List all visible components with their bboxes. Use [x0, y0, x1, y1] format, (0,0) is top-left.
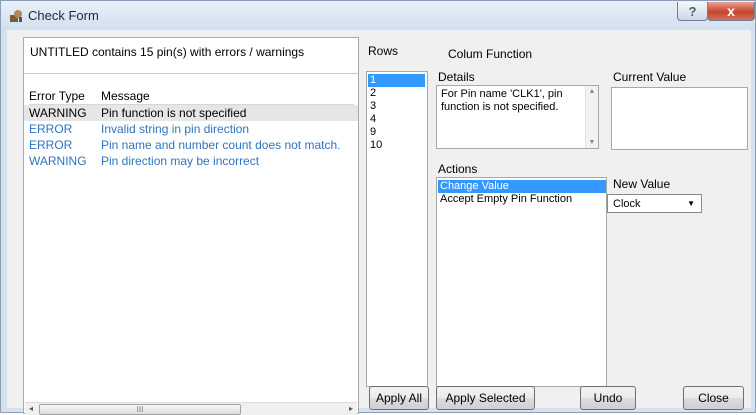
- message-cell: Pin function is not specified: [101, 106, 247, 120]
- apply-selected-button[interactable]: Apply Selected: [436, 386, 535, 410]
- check-form-icon: [10, 10, 22, 22]
- details-text: For Pin name 'CLK1', pin function is not…: [441, 88, 563, 113]
- column-function-label: Colum Function: [448, 47, 533, 61]
- details-label: Details: [438, 70, 475, 84]
- window-title: Check Form: [28, 8, 99, 23]
- error-row[interactable]: WARNING Pin function is not specified: [24, 105, 358, 121]
- chevron-down-icon: ▼: [687, 199, 695, 208]
- current-value-label: Current Value: [613, 70, 687, 84]
- error-type-cell: ERROR: [29, 122, 73, 136]
- apply-all-button[interactable]: Apply All: [369, 386, 429, 410]
- rows-list[interactable]: 1 2 3 4 9 10: [366, 71, 428, 387]
- actions-list[interactable]: Change Value Accept Empty Pin Function: [436, 177, 607, 387]
- list-item[interactable]: Change Value: [438, 180, 606, 193]
- horizontal-scrollbar[interactable]: ◂ III ▸: [25, 402, 357, 415]
- help-button[interactable]: ?: [677, 2, 708, 21]
- message-cell: Pin direction may be incorrect: [101, 154, 260, 168]
- new-value-dropdown[interactable]: Clock ▼: [607, 194, 702, 213]
- list-item[interactable]: 10: [368, 139, 425, 152]
- error-type-cell: WARNING: [29, 106, 87, 120]
- message-cell: Pin name and number count does not match…: [101, 138, 341, 152]
- list-item[interactable]: 2: [368, 87, 425, 100]
- scrollbar-thumb[interactable]: III: [39, 404, 241, 415]
- error-list-panel: UNTITLED contains 15 pin(s) with errors …: [23, 37, 359, 415]
- details-textbox[interactable]: For Pin name 'CLK1', pin function is not…: [436, 85, 599, 149]
- column-header-message[interactable]: Message: [101, 89, 150, 103]
- scroll-down-icon[interactable]: ▼: [586, 139, 598, 146]
- window-close-button[interactable]: x: [707, 2, 755, 21]
- message-cell: Invalid string in pin direction: [101, 122, 250, 136]
- error-type-cell: ERROR: [29, 138, 73, 152]
- error-row[interactable]: WARNING Pin direction may be incorrect: [24, 153, 358, 169]
- list-item[interactable]: 3: [368, 100, 425, 113]
- error-row[interactable]: ERROR Invalid string in pin direction: [24, 121, 358, 137]
- list-item[interactable]: 9: [368, 126, 425, 139]
- new-value-label: New Value: [613, 177, 671, 191]
- error-summary: UNTITLED contains 15 pin(s) with errors …: [30, 45, 305, 59]
- column-header-error-type[interactable]: Error Type: [29, 89, 85, 103]
- divider: [24, 73, 358, 74]
- scroll-up-icon[interactable]: ▲: [586, 88, 598, 95]
- actions-label: Actions: [438, 162, 478, 176]
- rows-label: Rows: [368, 44, 399, 58]
- details-vertical-scrollbar[interactable]: ▲ ▼: [585, 86, 598, 148]
- list-item[interactable]: 4: [368, 113, 425, 126]
- scroll-left-icon[interactable]: ◂: [25, 403, 37, 415]
- current-value-field[interactable]: [611, 87, 748, 150]
- scroll-right-icon[interactable]: ▸: [345, 403, 357, 415]
- list-item[interactable]: 1: [368, 74, 425, 87]
- list-item[interactable]: Accept Empty Pin Function: [438, 193, 606, 206]
- close-button[interactable]: Close: [683, 386, 744, 410]
- error-type-cell: WARNING: [29, 154, 87, 168]
- check-form-window: Check Form ? x UNTITLED contains 15 pin(…: [0, 0, 756, 415]
- title-bar[interactable]: Check Form ? x: [1, 1, 755, 30]
- undo-button[interactable]: Undo: [580, 386, 636, 410]
- error-row[interactable]: ERROR Pin name and number count does not…: [24, 137, 358, 153]
- dropdown-value: Clock: [613, 198, 641, 210]
